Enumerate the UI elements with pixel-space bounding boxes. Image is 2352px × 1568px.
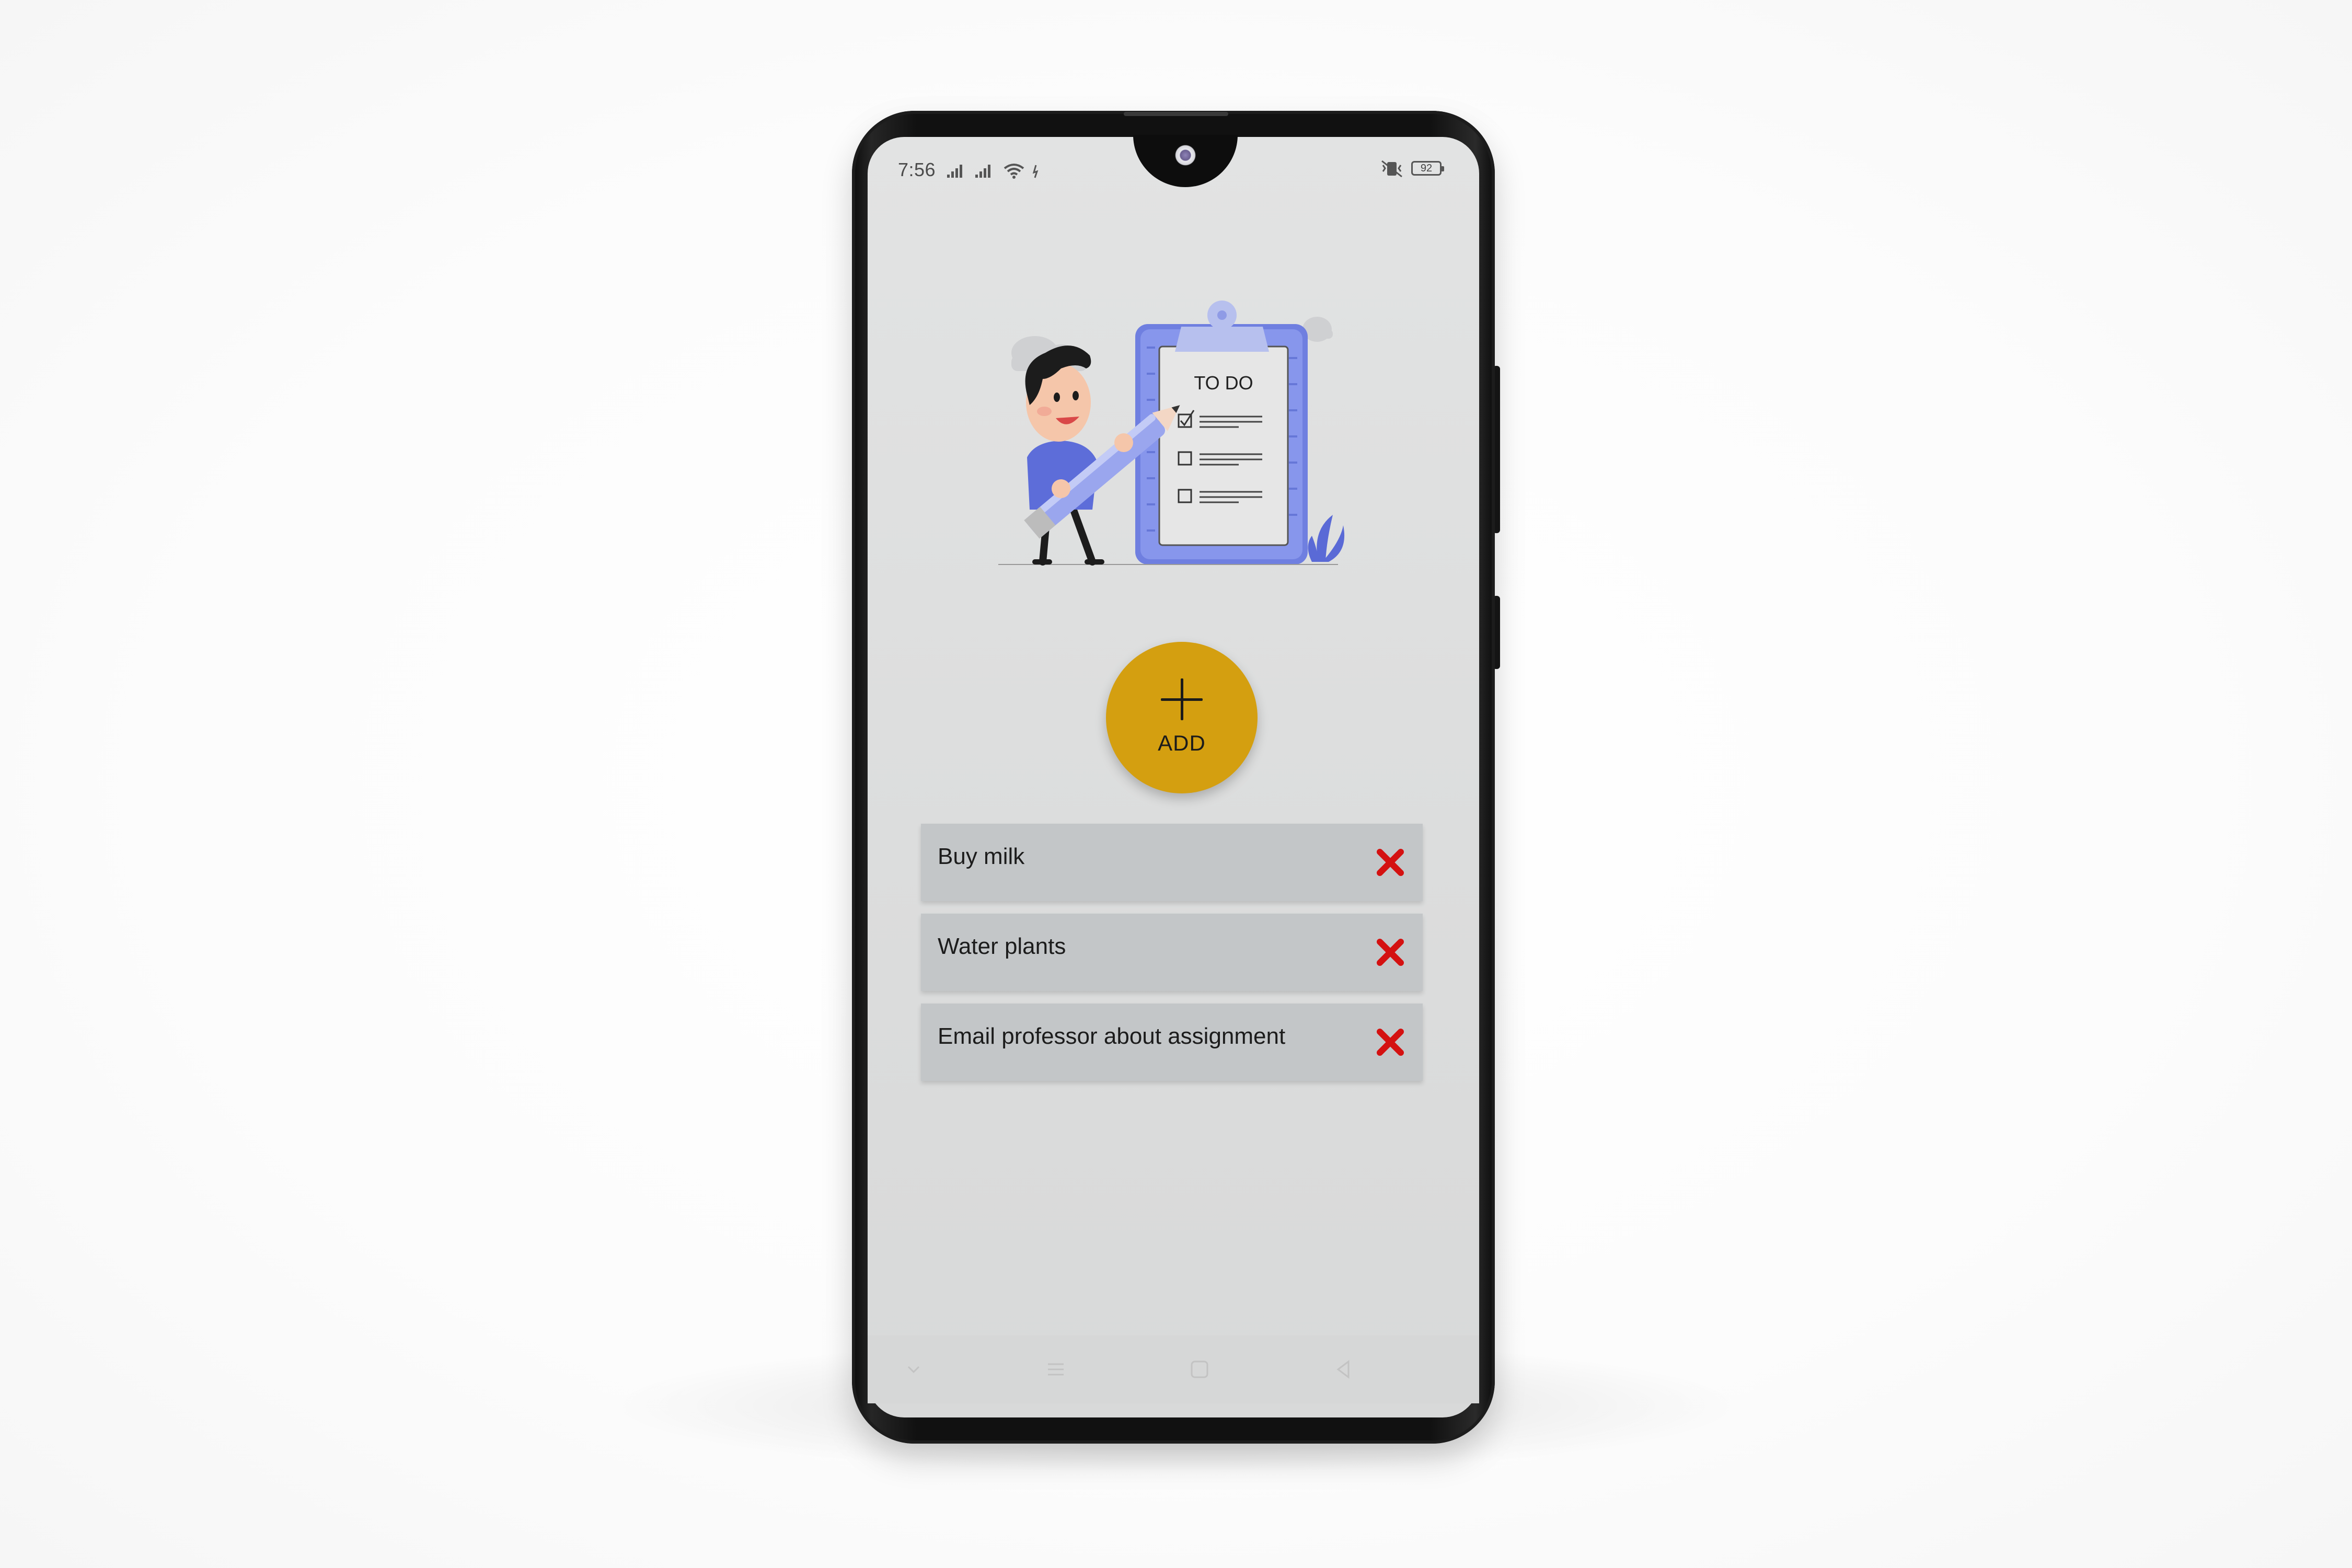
battery-icon: 92 bbox=[1411, 161, 1444, 176]
back-triangle-icon[interactable] bbox=[1330, 1356, 1356, 1382]
task-text: Water plants bbox=[938, 933, 1066, 959]
clipboard-title: TO DO bbox=[1194, 372, 1253, 394]
product-mockup-scene: 7:56 92 TO DO ADD Buy milk Water plants … bbox=[0, 0, 2352, 1568]
vibrate-icon bbox=[1381, 160, 1402, 178]
status-icons-right: 92 bbox=[1380, 158, 1444, 179]
signal-icon bbox=[947, 165, 962, 178]
menu-icon[interactable] bbox=[1043, 1356, 1069, 1382]
task-item[interactable]: Water plants bbox=[921, 914, 1423, 991]
wifi-icon bbox=[1004, 164, 1024, 179]
task-text: Email professor about assignment bbox=[938, 1023, 1286, 1049]
task-list: Buy milk Water plants Email professor ab… bbox=[921, 824, 1423, 1093]
plant-icon bbox=[1308, 515, 1345, 562]
task-item[interactable]: Email professor about assignment bbox=[921, 1004, 1423, 1081]
task-text: Buy milk bbox=[938, 844, 1025, 869]
add-button-label: ADD bbox=[1158, 731, 1206, 755]
todo-illustration: TO DO bbox=[998, 301, 1345, 566]
front-camera bbox=[1175, 145, 1196, 166]
status-time: 7:56 bbox=[898, 159, 936, 180]
status-icons-left bbox=[946, 160, 1041, 179]
system-nav-bar bbox=[868, 1335, 1479, 1403]
home-square-icon[interactable] bbox=[1186, 1356, 1213, 1382]
chevron-down-icon[interactable] bbox=[901, 1356, 927, 1382]
task-item[interactable]: Buy milk bbox=[921, 824, 1423, 901]
add-button[interactable]: ADD bbox=[1106, 642, 1258, 793]
signal-icon bbox=[975, 165, 990, 178]
activity-icon bbox=[1032, 165, 1039, 178]
plus-icon bbox=[1161, 678, 1203, 720]
battery-level: 92 bbox=[1420, 162, 1433, 174]
earpiece-speaker bbox=[1124, 112, 1228, 116]
close-x-icon[interactable] bbox=[1375, 847, 1406, 878]
close-x-icon[interactable] bbox=[1375, 937, 1406, 968]
close-x-icon[interactable] bbox=[1375, 1027, 1406, 1058]
